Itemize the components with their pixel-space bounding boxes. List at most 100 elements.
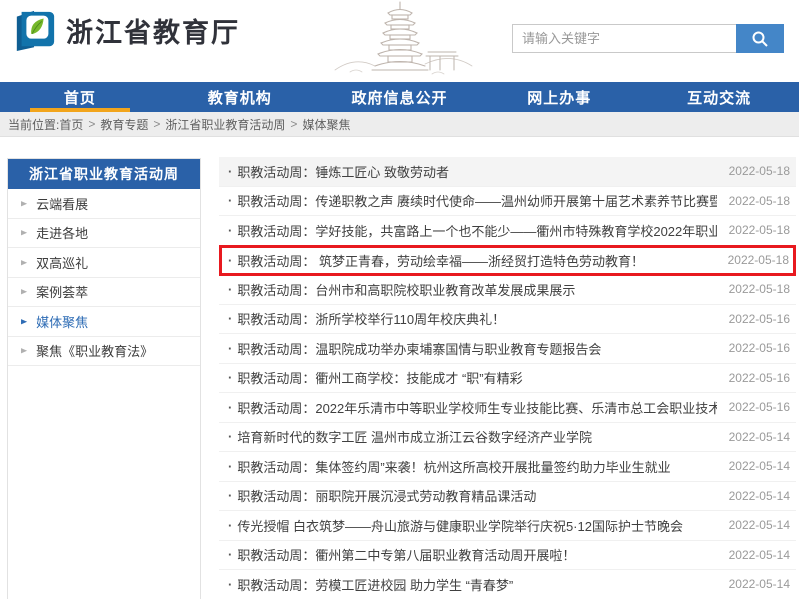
news-title[interactable]: 职教活动周：2022年乐清市中等职业学校师生专业技能比赛、乐清市总工会职业技术学… xyxy=(237,398,716,417)
sidebar-item-5[interactable]: ▶聚焦《职业教育法》 xyxy=(8,337,200,367)
bullet-icon: · xyxy=(228,341,232,356)
header: 浙江省教育厅 xyxy=(0,0,799,82)
search-bar xyxy=(512,24,784,53)
news-title[interactable]: 职教活动周：浙所学校举行110周年校庆典礼！ xyxy=(237,309,505,328)
breadcrumb-separator: > xyxy=(290,117,297,131)
news-list: · 职教活动周：锤炼工匠心 致敬劳动者 2022-05-18 · 职教活动周：传递职教之… xyxy=(219,157,796,599)
breadcrumb-link-3[interactable]: 媒体聚焦 xyxy=(302,116,350,133)
page: 浙江省教育厅 xyxy=(0,0,799,599)
nav-tab-label: 网上办事 xyxy=(527,87,591,108)
nav-tab-3[interactable]: 网上办事 xyxy=(479,82,639,112)
news-title[interactable]: 职教活动周：锤炼工匠心 致敬劳动者 xyxy=(237,162,449,181)
news-title[interactable]: 职教活动周：传递职教之声 赓续时代使命——温州幼师开展第十届艺术素养节比赛暨职业… xyxy=(237,191,716,210)
sidebar-item-3[interactable]: ▶ 案例荟萃 xyxy=(8,278,200,308)
nav-tab-label: 政府信息公开 xyxy=(351,87,447,108)
news-date: 2022-05-18 xyxy=(717,223,790,237)
nav-tab-4[interactable]: 互动交流 xyxy=(639,82,799,112)
news-title[interactable]: 职教活动周：集体签约周”来袭！杭州这所高校开展批量签约助力毕业生就业 xyxy=(237,457,670,476)
sidebar-item-2[interactable]: ▶ 双高巡礼 xyxy=(8,248,200,278)
nav-tab-0[interactable]: 首页 xyxy=(0,82,160,112)
news-date: 2022-05-18 xyxy=(717,194,790,208)
sidebar-menu: ▶云端看展 ▶ 走进各地 ▶ 双高巡礼 ▶ 案例荟萃 ▶ 媒体聚焦 ▶聚焦《职业教育法》 xyxy=(8,189,200,366)
breadcrumb-link-2[interactable]: 浙江省职业教育活动周 xyxy=(165,116,285,133)
news-title[interactable]: 职教活动周： 筑梦正青春，劳动绘幸福——浙经贸打造特色劳动教育！ xyxy=(237,251,644,270)
bullet-icon: · xyxy=(228,282,232,297)
bullet-icon: · xyxy=(228,577,232,592)
sidebar: 浙江省职业教育活动周 ▶云端看展 ▶ 走进各地 ▶ 双高巡礼 ▶ 案例荟萃 ▶ 媒体聚焦 ▶聚焦《… xyxy=(7,158,201,599)
news-row[interactable]: ·职教活动周：衢州工商学校：技能成才 “职”有精彩2022-05-16 xyxy=(219,364,796,394)
bullet-icon: · xyxy=(228,400,232,415)
breadcrumb: 当前位置: 首页>教育专题>浙江省职业教育活动周>媒体聚焦 xyxy=(0,112,799,137)
news-title[interactable]: 职教活动周：台州市和高职院校职业教育改革发展成果展示 xyxy=(237,280,575,299)
sidebar-item-0[interactable]: ▶云端看展 xyxy=(8,189,200,219)
news-row[interactable]: · 职教活动周：劳模工匠进校园 助力学生 “青春梦” 2022-05-14 xyxy=(219,570,796,599)
news-date: 2022-05-18 xyxy=(716,253,789,267)
news-row[interactable]: · 培育新时代的数字工匠 温州市成立浙江云谷数字经济产业学院 2022-05-14 xyxy=(219,423,796,453)
news-title[interactable]: 传光授帽 白衣筑梦——舟山旅游与健康职业学院举行庆祝5·12国际护士节晚会 xyxy=(237,516,683,535)
news-title[interactable]: 职教活动周：劳模工匠进校园 助力学生 “青春梦” xyxy=(237,575,513,594)
news-row[interactable]: · 职教活动周：集体签约周”来袭！杭州这所高校开展批量签约助力毕业生就业 2022-… xyxy=(219,452,796,482)
news-title[interactable]: 职教活动周：衢州工商学校：技能成才 “职”有精彩 xyxy=(237,368,522,387)
news-row[interactable]: · 传光授帽 白衣筑梦——舟山旅游与健康职业学院举行庆祝5·12国际护士节晚会 20… xyxy=(219,511,796,541)
news-title[interactable]: 职教活动周：衢州第二中专第八届职业教育活动周开展啦！ xyxy=(237,545,575,564)
breadcrumb-link-1[interactable]: 教育专题 xyxy=(100,116,148,133)
triangle-right-icon: ▶ xyxy=(21,229,27,237)
site-title: 浙江省教育厅 xyxy=(66,11,240,50)
sidebar-item-label: 案例荟萃 xyxy=(36,282,88,301)
nav-tab-label: 首页 xyxy=(64,87,96,108)
search-button[interactable] xyxy=(736,24,784,53)
news-date: 2022-05-16 xyxy=(717,371,790,385)
bullet-icon: · xyxy=(228,223,232,238)
bullet-icon: · xyxy=(228,488,232,503)
news-date: 2022-05-14 xyxy=(717,518,790,532)
news-title[interactable]: 职教活动周：丽职院开展沉浸式劳动教育精品课活动 xyxy=(237,486,536,505)
news-date: 2022-05-18 xyxy=(717,282,790,296)
news-title[interactable]: 职教活动周：温职院成功举办柬埔寨国情与职业教育专题报告会 xyxy=(237,339,601,358)
breadcrumb-link-0[interactable]: 首页 xyxy=(59,116,83,133)
pagoda-sketch xyxy=(330,0,475,78)
news-row[interactable]: · 职教活动周：学好技能，共富路上一个也不能少——衢州市特殊教育学校2022年职业… xyxy=(219,216,796,246)
bullet-icon: · xyxy=(228,193,232,208)
triangle-right-icon: ▶ xyxy=(21,258,27,266)
news-row[interactable]: · 职教活动周：传递职教之声 赓续时代使命——温州幼师开展第十届艺术素养节比赛暨职… xyxy=(219,187,796,217)
news-row[interactable]: · 职教活动周：台州市和高职院校职业教育改革发展成果展示 2022-05-18 xyxy=(219,275,796,305)
nav-tab-2[interactable]: 政府信息公开 xyxy=(320,82,480,112)
sidebar-item-label: 媒体聚焦 xyxy=(36,312,88,331)
news-date: 2022-05-14 xyxy=(717,577,790,591)
nav-tab-1[interactable]: 教育机构 xyxy=(160,82,320,112)
news-date: 2022-05-14 xyxy=(717,548,790,562)
sidebar-item-4[interactable]: ▶ 媒体聚焦 xyxy=(8,307,200,337)
triangle-right-icon: ▶ xyxy=(21,317,27,325)
sidebar-item-label: 走进各地 xyxy=(36,223,88,242)
nav-tab-label: 教育机构 xyxy=(208,87,272,108)
bullet-icon: · xyxy=(228,429,232,444)
bullet-icon: · xyxy=(228,547,232,562)
breadcrumb-separator: > xyxy=(88,117,95,131)
news-date: 2022-05-16 xyxy=(717,400,790,414)
news-date: 2022-05-18 xyxy=(717,164,790,178)
search-input[interactable] xyxy=(512,24,736,53)
news-row[interactable]: ·职教活动周：温职院成功举办柬埔寨国情与职业教育专题报告会2022-05-16 xyxy=(219,334,796,364)
news-date: 2022-05-14 xyxy=(717,489,790,503)
news-title[interactable]: 培育新时代的数字工匠 温州市成立浙江云谷数字经济产业学院 xyxy=(237,427,592,446)
bullet-icon: · xyxy=(228,459,232,474)
site-logo[interactable]: 浙江省教育厅 xyxy=(12,8,240,52)
news-date: 2022-05-14 xyxy=(717,459,790,473)
book-leaf-logo-icon xyxy=(12,8,58,52)
news-row[interactable]: ·职教活动周：锤炼工匠心 致敬劳动者2022-05-18 xyxy=(219,157,796,187)
search-icon xyxy=(751,30,769,48)
nav-tab-label: 互动交流 xyxy=(687,87,751,108)
news-row[interactable]: ·职教活动周：浙所学校举行110周年校庆典礼！2022-05-16 xyxy=(219,305,796,335)
news-row[interactable]: · 职教活动周：丽职院开展沉浸式劳动教育精品课活动 2022-05-14 xyxy=(219,482,796,512)
news-date: 2022-05-14 xyxy=(717,430,790,444)
sidebar-item-label: 双高巡礼 xyxy=(36,253,88,272)
news-row-highlighted[interactable]: ·职教活动周： 筑梦正青春，劳动绘幸福——浙经贸打造特色劳动教育！2022-05… xyxy=(219,245,796,277)
news-title[interactable]: 职教活动周：学好技能，共富路上一个也不能少——衢州市特殊教育学校2022年职业教… xyxy=(237,221,716,240)
sidebar-title: 浙江省职业教育活动周 xyxy=(8,159,200,189)
breadcrumb-links: 首页>教育专题>浙江省职业教育活动周>媒体聚焦 xyxy=(59,116,350,133)
news-row[interactable]: · 职教活动周：2022年乐清市中等职业学校师生专业技能比赛、乐清市总工会职业技术… xyxy=(219,393,796,423)
sidebar-item-1[interactable]: ▶ 走进各地 xyxy=(8,219,200,249)
bullet-icon: · xyxy=(228,518,232,533)
triangle-right-icon: ▶ xyxy=(21,288,27,296)
news-row[interactable]: · 职教活动周：衢州第二中专第八届职业教育活动周开展啦！ 2022-05-14 xyxy=(219,541,796,571)
